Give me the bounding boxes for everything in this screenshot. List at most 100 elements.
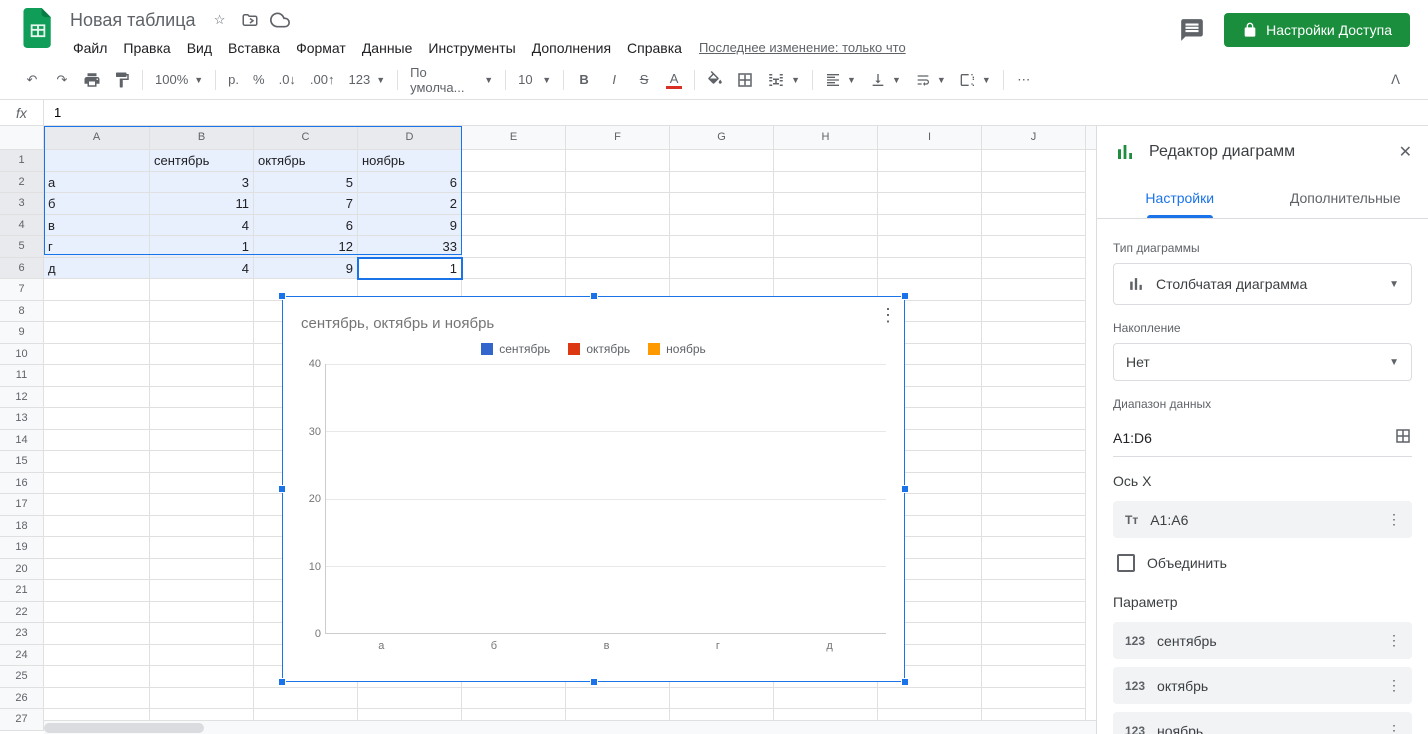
cell[interactable] — [44, 580, 150, 602]
number-format-select[interactable]: 123 ▼ — [343, 69, 392, 90]
cell[interactable] — [670, 172, 774, 194]
cell[interactable] — [462, 172, 566, 194]
cell[interactable]: сентябрь — [150, 150, 254, 172]
row-header[interactable]: 6 — [0, 258, 44, 280]
cell[interactable] — [566, 236, 670, 258]
horizontal-scrollbar[interactable] — [44, 720, 1096, 734]
row-header[interactable]: 10 — [0, 344, 44, 366]
cell[interactable] — [150, 365, 254, 387]
cell[interactable] — [44, 387, 150, 409]
cell[interactable] — [150, 580, 254, 602]
cell[interactable]: б — [44, 193, 150, 215]
cell[interactable] — [462, 193, 566, 215]
select-range-icon[interactable] — [1394, 427, 1412, 448]
menu-Формат[interactable]: Формат — [289, 36, 353, 60]
cell[interactable] — [982, 215, 1086, 237]
cell[interactable] — [150, 451, 254, 473]
cell[interactable] — [44, 301, 150, 323]
cell[interactable] — [150, 688, 254, 710]
row-header[interactable]: 12 — [0, 387, 44, 409]
cell[interactable]: 12 — [254, 236, 358, 258]
cell[interactable] — [774, 236, 878, 258]
cell[interactable] — [774, 172, 878, 194]
row-header[interactable]: 11 — [0, 365, 44, 387]
cell[interactable] — [982, 451, 1086, 473]
chip-more-icon[interactable]: ⋮ — [1387, 511, 1400, 528]
cell[interactable] — [878, 688, 982, 710]
formula-input[interactable] — [44, 100, 1428, 125]
cell[interactable]: 4 — [150, 258, 254, 280]
cell[interactable] — [150, 623, 254, 645]
row-header[interactable]: 15 — [0, 451, 44, 473]
cell[interactable]: 7 — [254, 193, 358, 215]
cell[interactable]: д — [44, 258, 150, 280]
sheets-logo[interactable] — [18, 8, 58, 48]
menu-Файл[interactable]: Файл — [66, 36, 114, 60]
col-header[interactable]: J — [982, 126, 1086, 149]
col-header[interactable]: H — [774, 126, 878, 149]
cell[interactable] — [878, 258, 982, 280]
cell[interactable] — [150, 537, 254, 559]
menu-Правка[interactable]: Правка — [116, 36, 177, 60]
chip-more-icon[interactable]: ⋮ — [1387, 632, 1400, 649]
menu-Дополнения[interactable]: Дополнения — [525, 36, 618, 60]
row-header[interactable]: 9 — [0, 322, 44, 344]
row-header[interactable]: 4 — [0, 215, 44, 237]
merge-btn[interactable]: ▼ — [761, 68, 806, 92]
cell[interactable]: 1 — [358, 258, 462, 280]
cell[interactable] — [878, 236, 982, 258]
cell[interactable] — [982, 236, 1086, 258]
row-header[interactable]: 20 — [0, 559, 44, 581]
cell[interactable] — [462, 236, 566, 258]
cell[interactable] — [150, 473, 254, 495]
cell[interactable] — [566, 172, 670, 194]
cell[interactable] — [44, 494, 150, 516]
row-header[interactable]: 8 — [0, 301, 44, 323]
cell[interactable] — [44, 279, 150, 301]
cell[interactable]: 2 — [358, 193, 462, 215]
menu-Инструменты[interactable]: Инструменты — [421, 36, 522, 60]
cell[interactable] — [150, 301, 254, 323]
cell[interactable] — [774, 193, 878, 215]
cell[interactable] — [150, 387, 254, 409]
col-header[interactable]: I — [878, 126, 982, 149]
cell[interactable] — [878, 215, 982, 237]
col-header[interactable]: C — [254, 126, 358, 149]
cell[interactable] — [44, 451, 150, 473]
cell[interactable] — [150, 494, 254, 516]
italic-btn[interactable]: I — [600, 66, 628, 94]
borders-btn[interactable] — [731, 66, 759, 94]
doc-title[interactable]: Новая таблица — [66, 8, 200, 33]
font-select[interactable]: По умолча... ▼ — [404, 62, 499, 98]
cell[interactable] — [566, 150, 670, 172]
currency-btn[interactable]: р. — [222, 72, 245, 87]
decrease-decimal-btn[interactable]: .0↓ — [273, 72, 302, 87]
cell[interactable] — [44, 537, 150, 559]
cell[interactable] — [44, 602, 150, 624]
cell[interactable]: 9 — [254, 258, 358, 280]
col-header[interactable]: D — [358, 126, 462, 149]
cell[interactable] — [982, 666, 1086, 688]
cell[interactable] — [44, 645, 150, 667]
cell[interactable] — [150, 666, 254, 688]
cell[interactable] — [982, 688, 1086, 710]
col-header[interactable]: A — [44, 126, 150, 149]
cell[interactable] — [670, 150, 774, 172]
cell[interactable] — [44, 559, 150, 581]
cell[interactable] — [982, 150, 1086, 172]
share-button[interactable]: Настройки Доступа — [1224, 13, 1410, 47]
row-header[interactable]: 22 — [0, 602, 44, 624]
row-header[interactable]: 23 — [0, 623, 44, 645]
cell[interactable]: 4 — [150, 215, 254, 237]
cell[interactable] — [150, 645, 254, 667]
cell[interactable] — [44, 408, 150, 430]
cell[interactable]: 33 — [358, 236, 462, 258]
cell[interactable] — [150, 344, 254, 366]
cell[interactable] — [150, 602, 254, 624]
print-icon[interactable] — [78, 66, 106, 94]
cell[interactable] — [670, 688, 774, 710]
cell[interactable] — [982, 559, 1086, 581]
cell[interactable] — [566, 215, 670, 237]
series-chip[interactable]: 123сентябрь⋮ — [1113, 622, 1412, 659]
row-header[interactable]: 26 — [0, 688, 44, 710]
